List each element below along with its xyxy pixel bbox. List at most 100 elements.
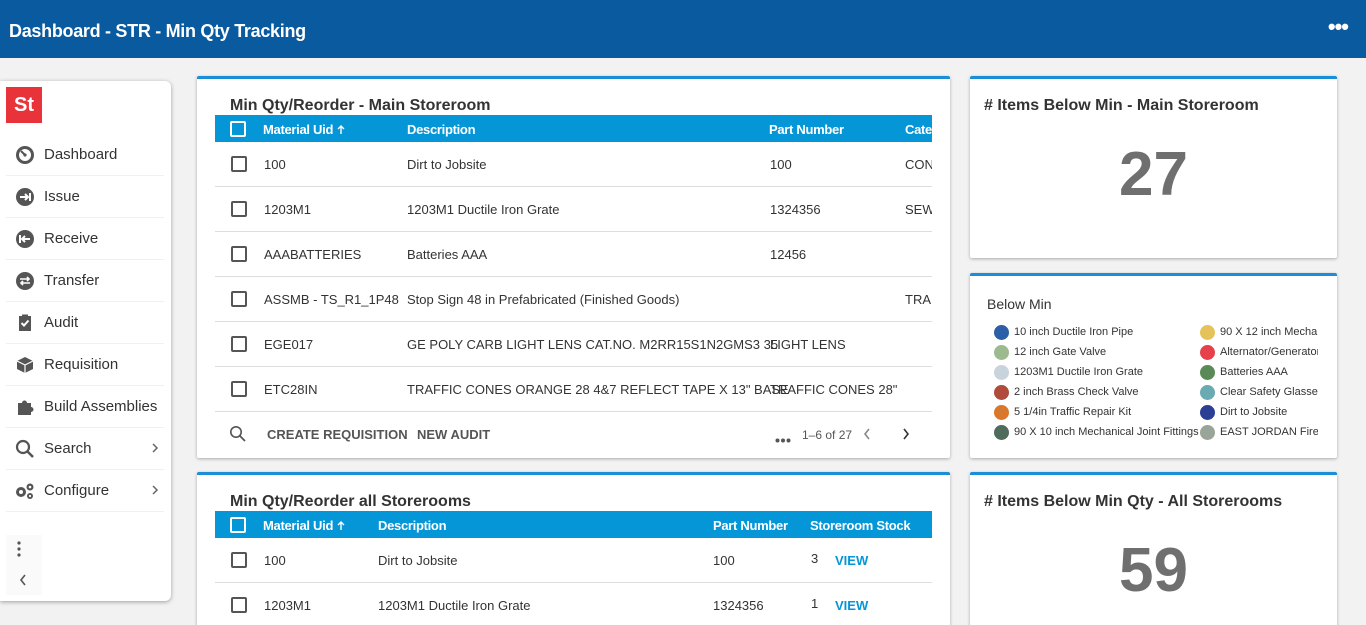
cell-storeroom-stock: 3 [811, 551, 819, 566]
row-checkbox[interactable] [231, 156, 247, 172]
row-checkbox[interactable] [231, 597, 247, 613]
new-audit-button[interactable]: NEW AUDIT [417, 427, 490, 442]
cell-material-uid: ASSMB - TS_R1_1P48 [264, 292, 399, 307]
cell-material-uid: EGE017 [264, 337, 314, 352]
row-checkbox[interactable] [231, 291, 247, 307]
sidebar-item-receive[interactable]: Receive [6, 218, 164, 260]
cell-part-number: 12456 [770, 247, 807, 262]
table-row[interactable]: 1203M1 1203M1 Ductile Iron Grate 1324356… [215, 583, 932, 625]
column-header-description[interactable]: Description [378, 518, 447, 533]
app-logo[interactable]: St [6, 87, 42, 123]
previous-page-icon[interactable] [862, 427, 872, 444]
sidebar-item-label: Dashboard [44, 146, 118, 163]
sidebar-item-audit[interactable]: Audit [6, 302, 164, 344]
kpi-value: 27 [1119, 140, 1188, 209]
search-icon[interactable] [229, 425, 246, 445]
sidebar-item-label: Audit [44, 314, 79, 331]
sidebar-nav: Dashboard Issue Receive Transfer Audit R… [6, 134, 164, 512]
legend-item[interactable]: Alternator/Generator [1200, 342, 1318, 362]
table-row[interactable]: EGE017 GE POLY CARB LIGHT LENS CAT.NO. M… [215, 322, 932, 367]
table-row[interactable]: ASSMB - TS_R1_1P48 Stop Sign 48 in Prefa… [215, 277, 932, 322]
cell-description: Batteries AAA [407, 247, 488, 262]
legend-item[interactable]: 90 X 10 inch Mechanical Joint Fittings [994, 422, 1200, 442]
cell-material-uid: AAABATTERIES [264, 247, 362, 262]
table-header: Material Uid Description Part Number Cat… [215, 115, 932, 142]
legend-swatch [1200, 384, 1215, 400]
legend-item[interactable]: 5 1/4in Traffic Repair Kit [994, 402, 1174, 422]
legend-swatch [1200, 424, 1215, 440]
cell-material-uid: 1203M1 [264, 598, 311, 613]
select-all-checkbox[interactable] [230, 517, 246, 533]
legend-item[interactable]: Clear Safety Glasses [1200, 382, 1318, 402]
chart-title: Below Min [987, 296, 1052, 312]
column-header-storeroom-stock[interactable]: Storeroom Stock [810, 518, 911, 533]
row-checkbox[interactable] [231, 552, 247, 568]
sidebar-item-label: Issue [44, 188, 80, 205]
issue-arrow-icon [6, 187, 44, 207]
column-header-description[interactable]: Description [407, 122, 476, 137]
legend-swatch [994, 364, 1009, 380]
cell-part-number: 1324356 [770, 202, 821, 217]
legend-item[interactable]: EAST JORDAN Fire [1200, 422, 1318, 442]
table-row[interactable]: 100 Dirt to Jobsite 100 CON [215, 142, 932, 187]
card-title: # Items Below Min - Main Storeroom [984, 97, 1259, 114]
table-row[interactable]: 100 Dirt to Jobsite 100 3 VIEW [215, 538, 932, 583]
sidebar-item-transfer[interactable]: Transfer [6, 260, 164, 302]
sidebar: St Dashboard Issue Receive Transfer Audi… [0, 81, 171, 601]
row-checkbox[interactable] [231, 246, 247, 262]
column-header-material-uid[interactable]: Material Uid [263, 518, 346, 533]
view-link[interactable]: VIEW [835, 598, 868, 613]
select-all-checkbox[interactable] [230, 121, 246, 137]
sidebar-item-build-assemblies[interactable]: Build Assemblies [6, 386, 164, 428]
legend-item[interactable]: 10 inch Ductile Iron Pipe [994, 322, 1174, 342]
sidebar-item-requisition[interactable]: Requisition [6, 344, 164, 386]
view-link[interactable]: VIEW [835, 553, 868, 568]
table-row[interactable]: ETC28IN TRAFFIC CONES ORANGE 28 4&7 REFL… [215, 367, 932, 412]
collapse-sidebar-icon[interactable] [18, 573, 28, 592]
column-header-category[interactable]: Cate [905, 122, 932, 137]
cell-description: GE POLY CARB LIGHT LENS CAT.NO. M2RR15S1… [407, 337, 779, 352]
legend-item[interactable]: Dirt to Jobsite [1200, 402, 1318, 422]
sort-ascending-icon [337, 125, 345, 134]
row-checkbox[interactable] [231, 381, 247, 397]
sidebar-item-dashboard[interactable]: Dashboard [6, 134, 164, 176]
app-header: Dashboard - STR - Min Qty Tracking ••• [0, 0, 1366, 58]
cell-description: Dirt to Jobsite [378, 553, 458, 568]
legend-item[interactable]: 1203M1 Ductile Iron Grate [994, 362, 1174, 382]
more-options-icon[interactable]: ••• [1328, 16, 1349, 38]
column-header-part-number[interactable]: Part Number [769, 122, 844, 137]
table-row[interactable]: AAABATTERIES Batteries AAA 12456 [215, 232, 932, 277]
cell-description: TRAFFIC CONES ORANGE 28 4&7 REFLECT TAPE… [407, 382, 789, 397]
cell-material-uid: ETC28IN [264, 382, 318, 397]
cell-material-uid: 1203M1 [264, 202, 311, 217]
cell-part-number: 100 [770, 157, 792, 172]
sidebar-item-label: Receive [44, 230, 99, 247]
column-header-part-number[interactable]: Part Number [713, 518, 788, 533]
sidebar-item-configure[interactable]: Configure [6, 470, 164, 512]
row-checkbox[interactable] [231, 201, 247, 217]
legend-item[interactable]: 2 inch Brass Check Valve [994, 382, 1174, 402]
puzzle-icon [6, 397, 44, 417]
column-header-material-uid[interactable]: Material Uid [263, 122, 346, 137]
sidebar-item-search[interactable]: Search [6, 428, 164, 470]
cell-description: 1203M1 Ductile Iron Grate [378, 598, 531, 613]
table-footer: CREATE REQUISITION NEW AUDIT 1–6 of 27 [215, 412, 932, 456]
create-requisition-button[interactable]: CREATE REQUISITION [267, 427, 408, 442]
cell-storeroom-stock: 1 [811, 596, 819, 611]
cell-material-uid: 100 [264, 157, 286, 172]
row-checkbox[interactable] [231, 336, 247, 352]
next-page-icon[interactable] [901, 427, 911, 444]
legend-item[interactable]: 90 X 12 inch Mechar [1200, 322, 1318, 342]
legend-item[interactable]: 12 inch Gate Valve [994, 342, 1174, 362]
all-storerooms-card: Min Qty/Reorder all Storerooms Material … [197, 472, 950, 625]
kpi-value: 59 [1119, 536, 1188, 605]
sidebar-item-issue[interactable]: Issue [6, 176, 164, 218]
sidebar-item-label: Configure [44, 482, 110, 499]
more-horizontal-icon[interactable] [775, 431, 791, 446]
main-storeroom-card: Min Qty/Reorder - Main Storeroom Materia… [197, 76, 950, 458]
vertical-dots-icon[interactable] [17, 541, 21, 562]
receive-arrow-icon [6, 229, 44, 249]
table-row[interactable]: 1203M1 1203M1 Ductile Iron Grate 1324356… [215, 187, 932, 232]
legend-item[interactable]: Batteries AAA [1200, 362, 1318, 382]
cell-description: 1203M1 Ductile Iron Grate [407, 202, 560, 217]
